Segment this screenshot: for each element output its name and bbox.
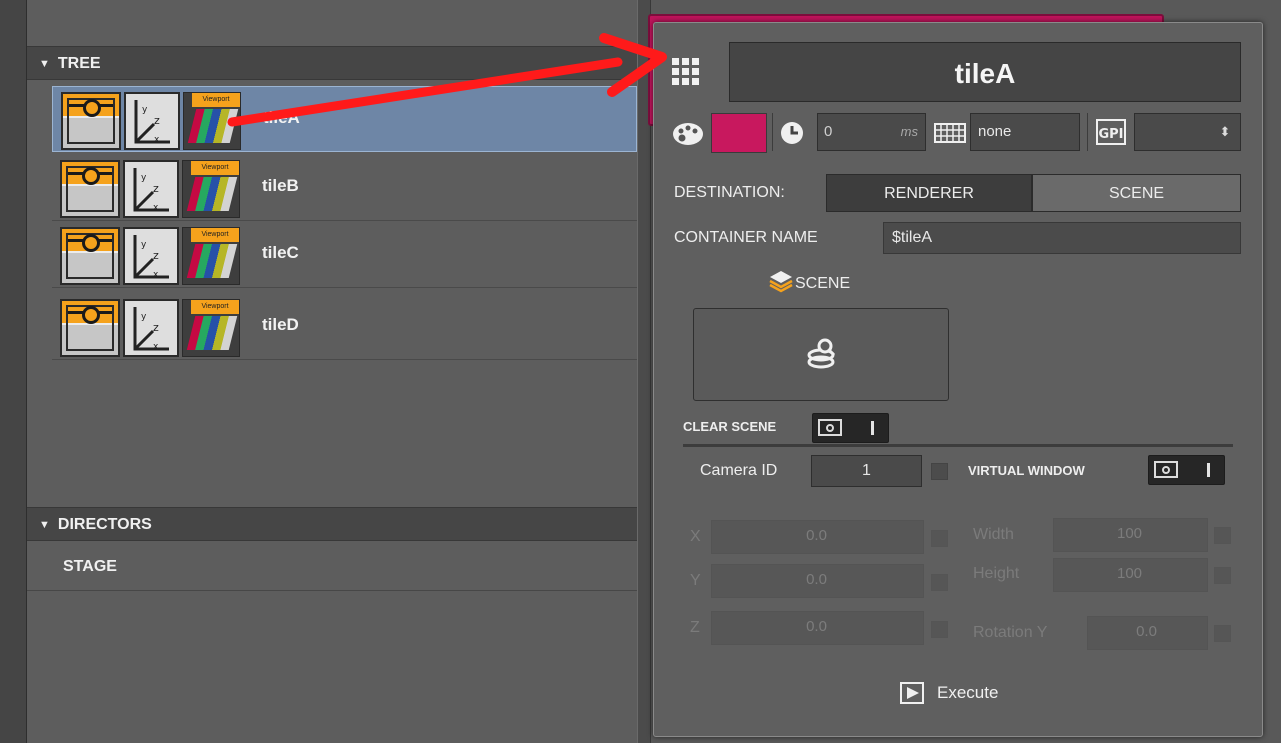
axes-icon: yzx: [123, 160, 179, 218]
grid-icon[interactable]: [672, 58, 702, 88]
keyboard-shortcut-value: none: [978, 123, 1012, 140]
directors-section-title: DIRECTORS: [57, 516, 152, 533]
svg-text:z: z: [153, 321, 159, 334]
rotation-y-label: Rotation Y: [973, 624, 1048, 641]
svg-text:z: z: [153, 182, 159, 195]
virtual-window-label: VIRTUAL WINDOW: [968, 463, 1085, 478]
collapse-triangle-icon[interactable]: ▼: [39, 519, 50, 531]
svg-text:z: z: [153, 249, 159, 262]
tree-item-label: tileD: [262, 315, 299, 334]
gpi-icon: GPI: [1095, 117, 1127, 147]
clear-scene-label: CLEAR SCENE: [683, 419, 777, 434]
clock-icon: [778, 119, 806, 147]
viewport-tag: Viewport: [191, 300, 239, 314]
axes-icon: yzx: [123, 227, 179, 285]
svg-text:y: y: [141, 240, 147, 250]
delay-value: 0: [824, 123, 833, 140]
rotation-y-value: 0.0: [1136, 623, 1157, 640]
destination-label: DESTINATION:: [674, 184, 785, 201]
color-swatch[interactable]: [711, 113, 767, 153]
tree-item-label: tileB: [262, 176, 299, 195]
svg-text:y: y: [142, 105, 148, 115]
tree-section-title: TREE: [57, 55, 101, 72]
divider: [683, 444, 1233, 447]
scene-search-icon: [806, 336, 840, 372]
svg-text:x: x: [153, 342, 159, 352]
z-label: Z: [690, 619, 700, 636]
director-item-label: STAGE: [63, 558, 117, 575]
viewport-tag: Viewport: [191, 161, 239, 175]
svg-text:y: y: [141, 173, 147, 183]
execute-button[interactable]: Execute: [937, 678, 998, 708]
left-edge-strip: [0, 0, 27, 743]
z-checkbox[interactable]: [931, 621, 948, 638]
virtual-window-toggle[interactable]: [1148, 455, 1225, 485]
tree-item-label: tileA: [263, 108, 300, 127]
select-arrows-icon[interactable]: ⬍: [1215, 113, 1235, 151]
scene-label: SCENE: [795, 275, 851, 292]
viewport-icon: Viewport: [182, 299, 240, 357]
link-icon: [60, 160, 120, 218]
destination-renderer-button[interactable]: RENDERER: [826, 174, 1032, 212]
y-label: Y: [690, 572, 701, 589]
tree-item-tiled[interactable]: yzx Viewport tileD: [52, 294, 637, 360]
destination-scene-button[interactable]: SCENE: [1032, 174, 1241, 212]
camera-id-value: 1: [862, 462, 871, 479]
popup-title: tileA: [954, 58, 1016, 89]
y-checkbox[interactable]: [931, 574, 948, 591]
rotation-y-checkbox[interactable]: [1214, 625, 1231, 642]
viewport-tag: Viewport: [191, 228, 239, 242]
collapse-triangle-icon[interactable]: ▼: [39, 58, 50, 70]
tree-section-header[interactable]: ▼ TREE: [27, 46, 637, 80]
svg-text:x: x: [153, 270, 159, 280]
tree-item-tilec[interactable]: yzx Viewport tileC: [52, 222, 637, 288]
tree-item-tilea[interactable]: yzx Viewport tileA: [52, 86, 637, 152]
x-value: 0.0: [806, 527, 827, 544]
directors-section-header[interactable]: ▼ DIRECTORS: [27, 507, 637, 541]
width-label: Width: [973, 526, 1014, 543]
svg-text:z: z: [154, 114, 160, 127]
camera-id-label: Camera ID: [700, 462, 778, 479]
axes-icon: yzx: [124, 92, 180, 150]
viewport-icon: Viewport: [182, 160, 240, 218]
axes-icon: yzx: [123, 299, 179, 357]
z-value: 0.0: [806, 618, 827, 635]
link-icon: [60, 227, 120, 285]
tree-item-tileb[interactable]: yzx Viewport tileB: [52, 155, 637, 221]
svg-text:x: x: [154, 135, 160, 145]
link-icon: [61, 92, 121, 150]
scene-layers-icon: [768, 268, 794, 298]
director-item-stage[interactable]: STAGE: [27, 543, 637, 591]
y-value: 0.0: [806, 571, 827, 588]
gpi-label: GPI: [1098, 127, 1123, 142]
link-icon: [60, 299, 120, 357]
height-value: 100: [1116, 565, 1143, 582]
viewport-tag: Viewport: [192, 93, 240, 107]
tree-item-label: tileC: [262, 243, 299, 262]
width-checkbox[interactable]: [1214, 527, 1231, 544]
viewport-icon: Viewport: [183, 92, 241, 150]
palette-icon: [670, 119, 706, 147]
height-label: Height: [973, 565, 1020, 582]
execute-icon[interactable]: [900, 680, 928, 706]
container-name-value: $tileA: [892, 229, 933, 246]
delay-unit: ms: [900, 124, 918, 139]
height-checkbox[interactable]: [1214, 567, 1231, 584]
x-label: X: [690, 528, 701, 545]
width-value: 100: [1116, 525, 1143, 542]
svg-text:y: y: [141, 312, 147, 322]
container-name-input[interactable]: [883, 222, 1241, 254]
viewport-icon: Viewport: [182, 227, 240, 285]
keyboard-icon: [933, 121, 967, 145]
x-checkbox[interactable]: [931, 530, 948, 547]
camera-id-checkbox[interactable]: [931, 463, 948, 480]
svg-text:x: x: [153, 203, 159, 213]
clear-scene-toggle[interactable]: [812, 413, 889, 443]
container-name-label: CONTAINER NAME: [674, 229, 818, 246]
